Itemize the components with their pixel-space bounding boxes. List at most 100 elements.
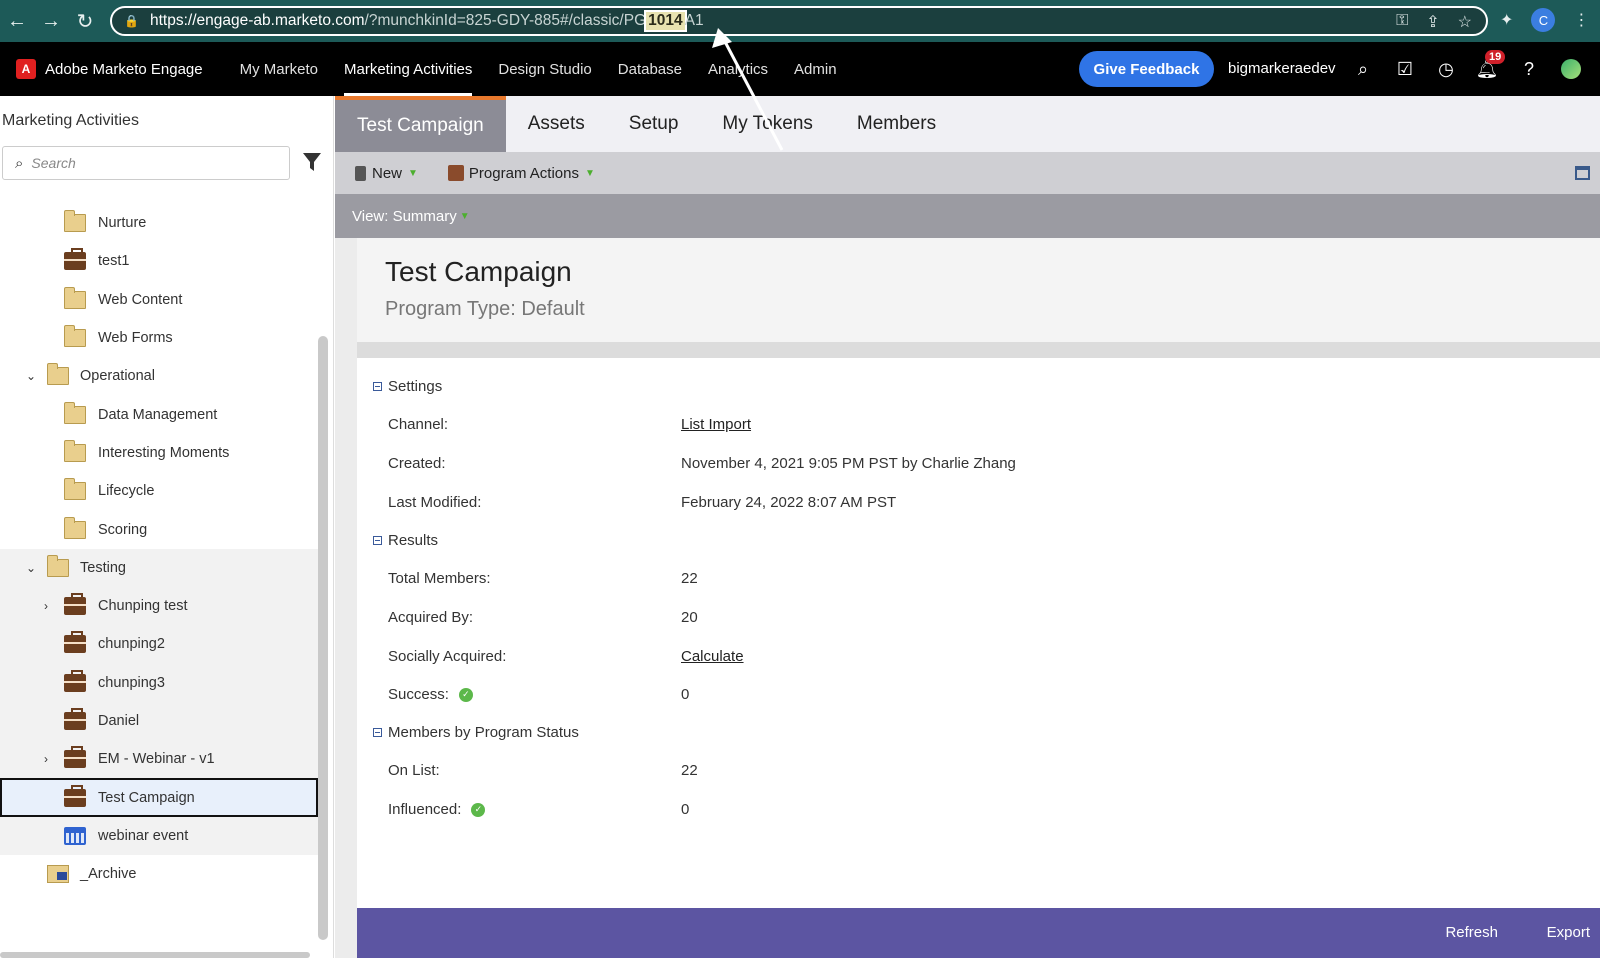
tree-item[interactable]: › Chunping test [0, 586, 318, 626]
adobe-logo-icon: A [16, 59, 36, 79]
results-section-header[interactable]: Results [373, 532, 438, 549]
notification-badge: 19 [1485, 50, 1506, 64]
new-button[interactable]: New ▼ [355, 165, 418, 182]
star-icon[interactable]: ☆ [1458, 12, 1472, 32]
tab-my-tokens[interactable]: My Tokens [700, 96, 834, 152]
created-value: November 4, 2021 9:05 PM PST by Charlie … [681, 455, 1016, 472]
view-selector[interactable]: View: Summary ▼ [335, 194, 1600, 238]
nav-design-studio[interactable]: Design Studio [485, 42, 604, 96]
tree-item[interactable]: ⌄ Testing [0, 548, 318, 587]
collapse-icon[interactable] [373, 536, 382, 545]
program-tabs: Test Campaign Assets Setup My Tokens Mem… [335, 96, 1600, 152]
check-icon: ✓ [458, 687, 473, 702]
tree-item[interactable]: ⌄ Operational [0, 357, 318, 395]
tree-item-selected[interactable]: Test Campaign [0, 778, 318, 817]
calculate-link[interactable]: Calculate [681, 648, 744, 665]
search-icon[interactable]: ⌕ [1351, 57, 1375, 81]
back-icon[interactable]: ← [0, 0, 34, 42]
nav-admin[interactable]: Admin [781, 42, 850, 96]
forward-icon[interactable]: → [34, 0, 68, 42]
top-nav: My Marketo Marketing Activities Design S… [227, 42, 850, 96]
search-input[interactable]: ⌕ Search [2, 146, 290, 180]
horizontal-scrollbar[interactable] [0, 952, 310, 958]
reload-icon[interactable]: ↻ [68, 0, 102, 42]
tree-item[interactable]: chunping2 [0, 625, 318, 664]
address-bar[interactable]: 🔒 https://engage-ab.marketo.com/?munchki… [110, 6, 1488, 36]
left-panel: Marketing Activities ⌕ Search Nurture te… [0, 96, 334, 958]
tree-item[interactable]: test1 [0, 242, 318, 280]
main-area: Test Campaign Assets Setup My Tokens Mem… [335, 96, 1600, 958]
collapse-icon[interactable] [373, 382, 382, 391]
tab-assets[interactable]: Assets [506, 96, 607, 152]
channel-label: Channel: [388, 416, 449, 433]
tab-setup[interactable]: Setup [607, 96, 701, 152]
acquired-label: Acquired By: [388, 609, 474, 626]
tree-item[interactable]: › EM - Webinar - v1 [0, 740, 318, 779]
chevron-right-icon[interactable]: › [44, 752, 56, 766]
chevron-right-icon[interactable]: › [44, 599, 56, 613]
collapse-icon[interactable] [373, 728, 382, 737]
folder-icon [64, 516, 86, 539]
tasks-icon[interactable]: ☑ [1393, 57, 1417, 81]
tree-item[interactable]: Interesting Moments [0, 434, 318, 472]
refresh-button[interactable]: Refresh [1445, 924, 1498, 941]
program-tree: Nurture test1 Web Content Web Forms ⌄ Ope… [0, 204, 318, 893]
program-actions-button[interactable]: Program Actions ▼ [447, 165, 595, 182]
tree-item[interactable]: Scoring [0, 510, 318, 548]
channel-link[interactable]: List Import [681, 416, 751, 433]
tab-test-campaign[interactable]: Test Campaign [335, 96, 506, 152]
key-icon[interactable]: ⚿ [1396, 12, 1408, 32]
tree-item[interactable]: chunping3 [0, 663, 318, 702]
members-status-section-header[interactable]: Members by Program Status [373, 724, 579, 741]
panel-title: Marketing Activities [2, 112, 139, 129]
brand[interactable]: A Adobe Marketo Engage [16, 59, 203, 79]
folder-icon [64, 478, 86, 501]
url-host: https://engage-ab.marketo.com [150, 12, 365, 29]
filter-icon[interactable] [303, 152, 321, 172]
divider [357, 342, 1600, 358]
tab-members[interactable]: Members [835, 96, 958, 152]
extensions-icon[interactable]: ✦ [1500, 10, 1513, 30]
calendar-icon [64, 826, 86, 845]
help-icon[interactable]: ? [1517, 57, 1541, 81]
lock-icon: 🔒 [124, 14, 139, 28]
tree-item[interactable]: Nurture [0, 204, 318, 242]
details-panel: Settings Channel: List Import Created: N… [357, 358, 1600, 908]
nav-database[interactable]: Database [605, 42, 695, 96]
influenced-label: Influenced: ✓ [388, 801, 486, 818]
tree-item[interactable]: Web Forms [0, 319, 318, 357]
new-icon [355, 165, 366, 181]
chevron-down-icon[interactable]: ⌄ [26, 561, 38, 575]
total-members-label: Total Members: [388, 570, 491, 587]
tree-item[interactable]: Data Management [0, 395, 318, 433]
program-icon [64, 593, 86, 616]
share-icon[interactable]: ⇪ [1426, 12, 1439, 32]
settings-section-header[interactable]: Settings [373, 378, 442, 395]
export-button[interactable]: Export [1547, 924, 1590, 941]
chevron-down-icon: ▼ [584, 167, 595, 179]
username[interactable]: bigmarkeraedev [1228, 60, 1336, 77]
chevron-down-icon[interactable]: ⌄ [26, 369, 38, 383]
tree-item[interactable]: Daniel [0, 701, 318, 741]
give-feedback-button[interactable]: Give Feedback [1079, 51, 1214, 87]
tree-item[interactable]: webinar event [0, 816, 318, 856]
nav-marketing-activities[interactable]: Marketing Activities [331, 42, 485, 96]
search-placeholder: Search [31, 155, 76, 171]
program-icon [64, 669, 86, 692]
profile-avatar[interactable]: C [1531, 8, 1556, 32]
window-icon[interactable] [1575, 166, 1590, 180]
created-label: Created: [388, 455, 446, 472]
tree-item[interactable]: Web Content [0, 281, 318, 319]
nav-my-marketo[interactable]: My Marketo [227, 42, 331, 96]
tree-item[interactable]: _Archive [0, 855, 318, 893]
user-avatar[interactable] [1561, 59, 1581, 79]
more-icon[interactable]: ⋮ [1573, 10, 1589, 30]
history-icon[interactable]: ◷ [1434, 57, 1458, 81]
folder-icon [64, 286, 86, 309]
nav-analytics[interactable]: Analytics [695, 42, 781, 96]
vertical-scrollbar[interactable] [318, 336, 328, 940]
folder-icon [47, 554, 69, 577]
modified-label: Last Modified: [388, 494, 482, 511]
total-members-value: 22 [681, 570, 698, 587]
tree-item[interactable]: Lifecycle [0, 472, 318, 510]
